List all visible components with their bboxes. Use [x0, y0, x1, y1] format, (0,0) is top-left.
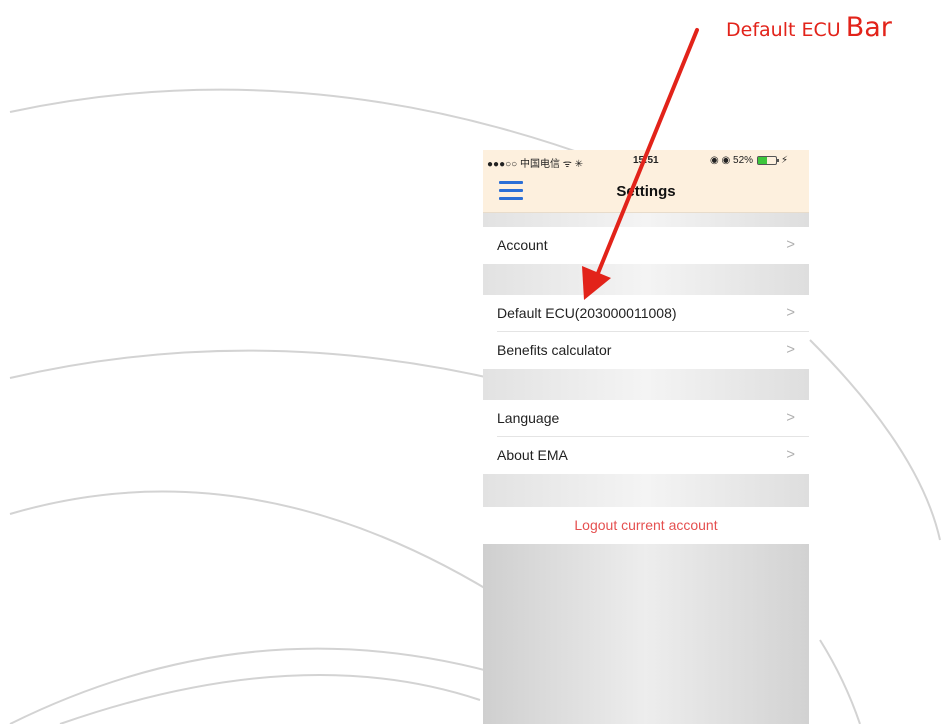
row-account[interactable]: Account >: [483, 227, 809, 264]
chevron-right-icon: >: [786, 446, 795, 463]
annotation-label-small: Default ECU: [726, 19, 841, 41]
section-spacer: [483, 369, 809, 400]
status-icons-text: ◉ ◉ 52%: [710, 155, 754, 166]
annotation-label: Default ECU Bar: [726, 12, 892, 43]
row-language[interactable]: Language >: [483, 400, 809, 437]
status-time: 15:51: [633, 155, 659, 166]
chevron-right-icon: >: [786, 236, 795, 253]
carrier-signal: ●●●○○ 中国电信 ᯤ ✳: [487, 159, 584, 170]
row-benefits-label: Benefits calculator: [497, 342, 612, 358]
status-bar: ●●●○○ 中国电信 ᯤ ✳ 15:51 ◉ ◉ 52% ⚡: [483, 150, 809, 172]
battery-icon: [757, 156, 780, 165]
page-title: Settings: [616, 183, 676, 200]
logout-row: Logout current account: [483, 507, 809, 544]
row-about-ema[interactable]: About EMA >: [483, 437, 809, 474]
row-account-label: Account: [497, 237, 548, 253]
chevron-right-icon: >: [786, 304, 795, 321]
logout-button[interactable]: Logout current account: [483, 517, 809, 533]
section-spacer: [483, 474, 809, 507]
chevron-right-icon: >: [786, 341, 795, 358]
section-spacer: [483, 213, 809, 227]
row-default-ecu-label: Default ECU(203000011008): [497, 305, 677, 321]
annotation-label-big: Bar: [845, 12, 892, 43]
status-icons: ◉ ◉ 52% ⚡: [710, 155, 788, 166]
row-about-label: About EMA: [497, 447, 568, 463]
row-benefits-calculator[interactable]: Benefits calculator >: [483, 332, 809, 369]
chevron-right-icon: >: [786, 409, 795, 426]
row-default-ecu[interactable]: Default ECU(203000011008) >: [483, 295, 809, 332]
nav-bar: Settings: [483, 172, 809, 213]
section-spacer: [483, 264, 809, 295]
row-language-label: Language: [497, 410, 560, 426]
phone-screen: ●●●○○ 中国电信 ᯤ ✳ 15:51 ◉ ◉ 52% ⚡ Settings …: [483, 150, 809, 724]
charging-icon: ⚡: [781, 155, 789, 166]
empty-area: [483, 544, 809, 724]
